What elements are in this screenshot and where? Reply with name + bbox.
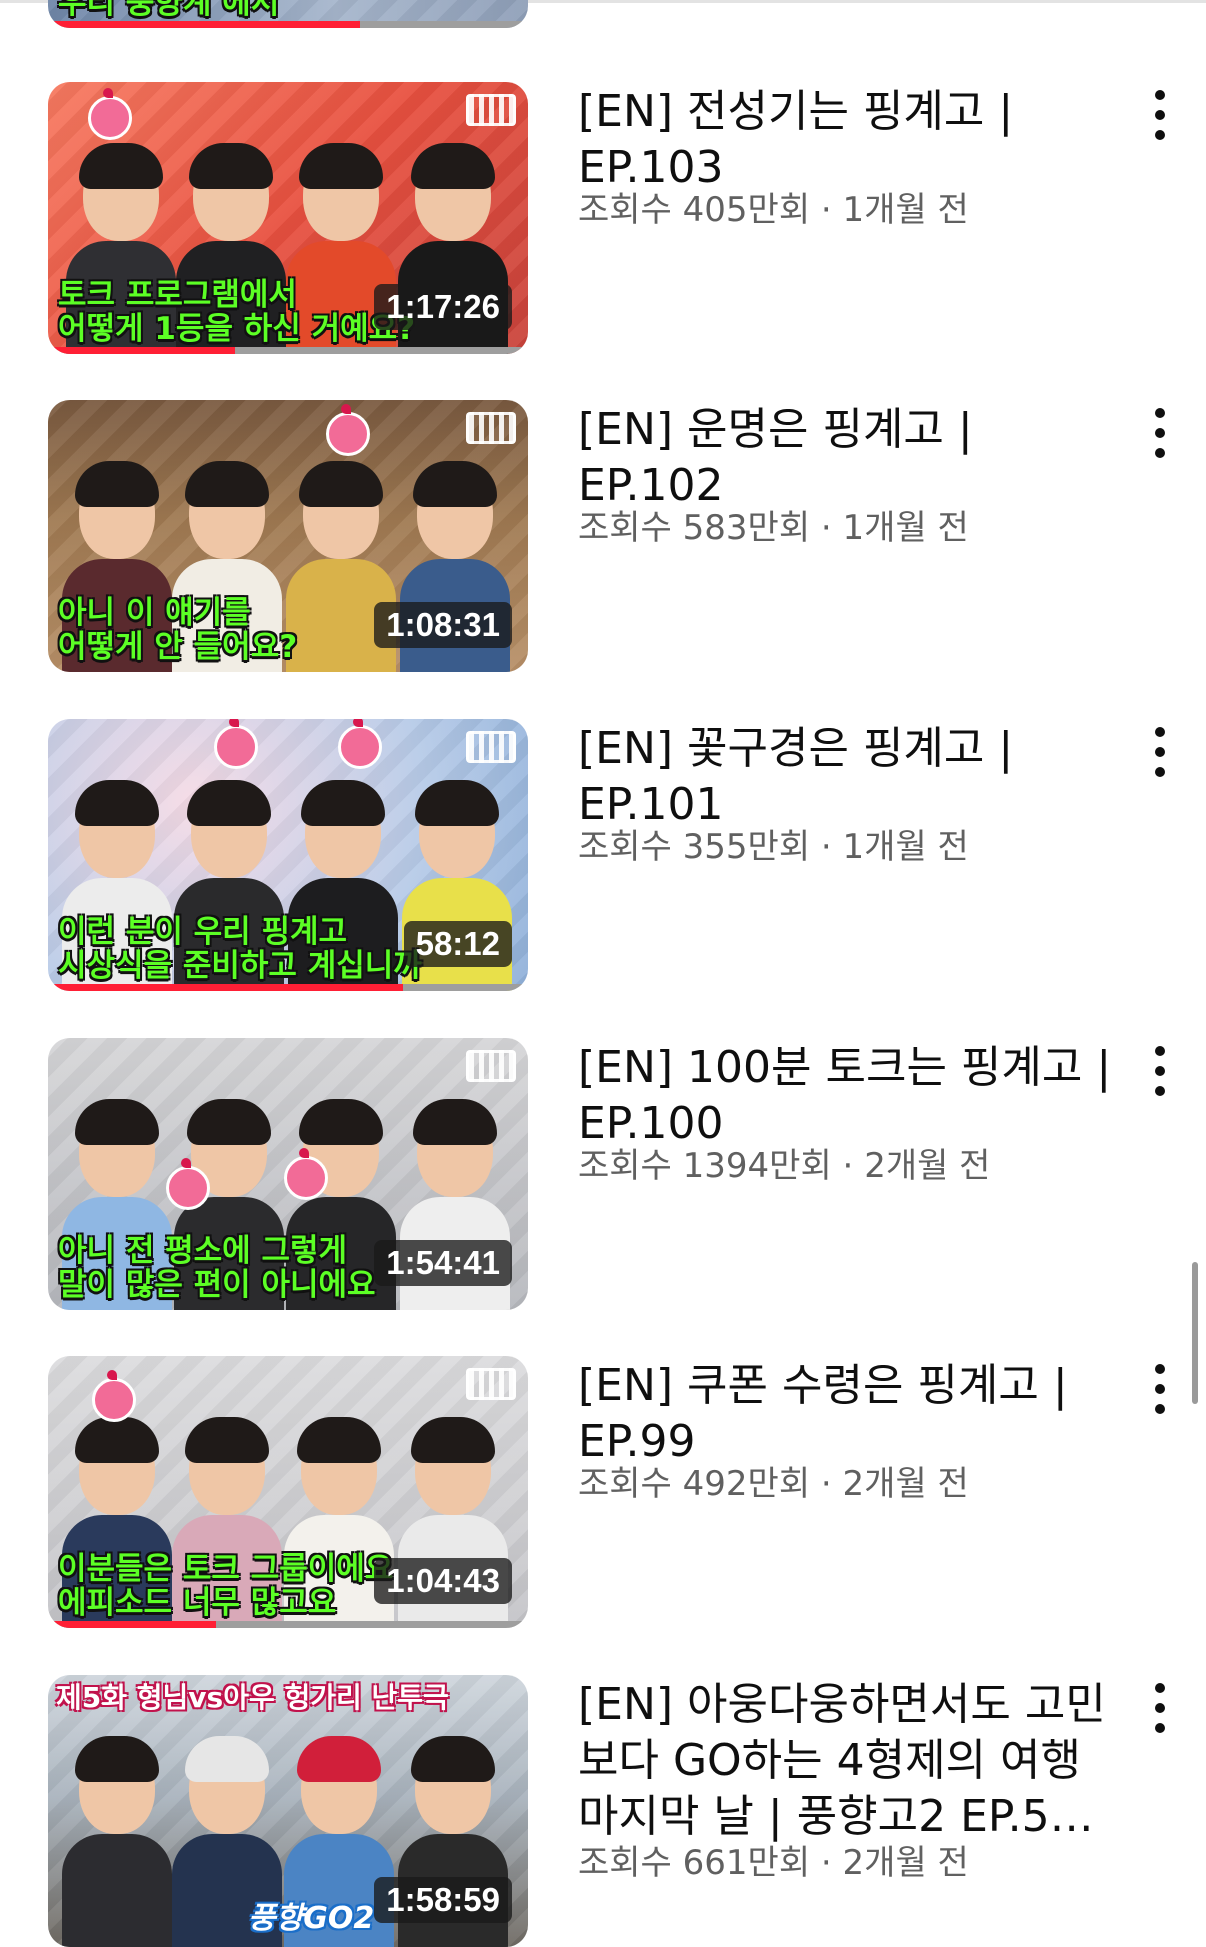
chicken-mascot-icon [88, 88, 132, 140]
video-meta: 조회수 661만회 · 2개월 전 [578, 1841, 969, 1885]
channel-logo-icon [466, 94, 516, 126]
video-thumbnail[interactable]: 이런 분이 우리 핑계고 시상식을 준비하고 계십니까 58:12 [48, 719, 528, 991]
watch-progress-fill [48, 347, 236, 354]
video-thumbnail[interactable]: 아니 전 평소에 그렇게 말이 많은 편이 아니에요 1:54:41 [48, 1038, 528, 1310]
video-item-ep100[interactable]: 아니 전 평소에 그렇게 말이 많은 편이 아니에요 1:54:41 [EN] … [0, 1038, 1206, 1310]
duration-badge: 1:54:41 [374, 1240, 512, 1286]
meta-separator: · [810, 190, 843, 230]
more-options-button[interactable] [1148, 1683, 1172, 1733]
chicken-mascot-icon [338, 719, 382, 769]
duration-badge: 58:12 [403, 921, 512, 967]
meta-separator: · [831, 1146, 865, 1186]
video-thumbnail[interactable]: 아니 이 얘기를 어떻게 안 들어요? 1:08:31 [48, 400, 528, 672]
video-title[interactable]: [EN] 꽃구경은 핑계고 | EP.101 [578, 721, 1118, 833]
video-title[interactable]: [EN] 운명은 핑계고 | EP.102 [578, 402, 1118, 514]
more-options-button[interactable] [1148, 727, 1172, 777]
video-thumbnail[interactable]: 토크 프로그램에서 어떻게 1등을 하신 거예요? 1:17:26 [48, 82, 528, 354]
meta-separator: · [810, 1464, 843, 1504]
watch-progress-fill [48, 1621, 216, 1628]
meta-separator: · [810, 1843, 843, 1883]
video-item-ep99[interactable]: 이분들은 토크 그룹이에요 에피소드 너무 많고요 1:04:43 [EN] 쿠… [0, 1356, 1206, 1628]
upload-age: 2개월 전 [842, 1843, 969, 1883]
channel-logo-icon [466, 412, 516, 444]
channel-logo-icon [466, 731, 516, 763]
video-item-ep103[interactable]: 토크 프로그램에서 어떻게 1등을 하신 거예요? 1:17:26 [EN] 전… [0, 82, 1206, 354]
duration-badge: 1:08:31 [374, 602, 512, 648]
video-title[interactable]: [EN] 쿠폰 수령은 핑계고 | EP.99 [578, 1358, 1118, 1470]
thumbnail-caption: 우리 풍향계 에서 [58, 0, 280, 21]
video-meta: 조회수 355만회 · 1개월 전 [578, 825, 969, 869]
channel-logo-icon [466, 1050, 516, 1082]
chicken-mascot-icon [326, 404, 370, 456]
video-item-ep102[interactable]: 아니 이 얘기를 어떻게 안 들어요? 1:08:31 [EN] 운명은 핑계고… [0, 400, 1206, 672]
view-count: 조회수 405만회 [578, 190, 811, 230]
view-count: 조회수 492만회 [578, 1464, 811, 1504]
more-options-button[interactable] [1148, 90, 1172, 140]
video-item-pungyanggo-ep5[interactable]: 제5화 형님vs아우 헝가리 난투극 풍향GO2 1:58:59 [EN] 아웅… [0, 1675, 1206, 1947]
view-count: 조회수 355만회 [578, 827, 811, 867]
show-logo: 풍향GO2 [248, 1901, 375, 1936]
chicken-mascot-icon [92, 1370, 136, 1422]
more-options-button[interactable] [1148, 1046, 1172, 1096]
video-thumbnail[interactable]: 우리 풍향계 에서 [48, 0, 528, 28]
scrollbar-thumb[interactable] [1192, 1262, 1198, 1404]
video-title[interactable]: [EN] 전성기는 핑계고 | EP.103 [578, 84, 1118, 196]
more-options-button[interactable] [1148, 408, 1172, 458]
duration-badge: 1:58:59 [374, 1877, 512, 1923]
video-meta: 조회수 583만회 · 1개월 전 [578, 506, 969, 550]
video-meta: 조회수 492만회 · 2개월 전 [578, 1462, 969, 1506]
duration-badge: 1:17:26 [374, 284, 512, 330]
watch-progress [48, 984, 528, 991]
thumbnail-banner: 제5화 형님vs아우 헝가리 난투극 [56, 1681, 449, 1714]
watch-progress [48, 347, 528, 354]
video-title[interactable]: [EN] 아웅다웅하면서도 고민보다 GO하는 4형제의 여행 마지막 날 | … [578, 1677, 1118, 1845]
video-thumbnail[interactable]: 제5화 형님vs아우 헝가리 난투극 풍향GO2 1:58:59 [48, 1675, 528, 1947]
chicken-mascot-icon [166, 1158, 210, 1210]
chicken-mascot-icon [214, 719, 258, 769]
watch-progress-fill [48, 21, 360, 28]
upload-age: 2개월 전 [842, 1464, 969, 1504]
video-thumbnail[interactable]: 이분들은 토크 그룹이에요 에피소드 너무 많고요 1:04:43 [48, 1356, 528, 1628]
meta-separator: · [810, 827, 843, 867]
video-item-partial[interactable]: 우리 풍향계 에서 [0, 0, 1206, 28]
view-count: 조회수 583만회 [578, 508, 811, 548]
watch-progress-fill [48, 984, 404, 991]
view-count: 조회수 1394만회 [578, 1146, 832, 1186]
video-meta: 조회수 405만회 · 1개월 전 [578, 188, 969, 232]
view-count: 조회수 661만회 [578, 1843, 811, 1883]
upload-age: 1개월 전 [842, 508, 969, 548]
channel-logo-icon [466, 1368, 516, 1400]
video-item-ep101[interactable]: 이런 분이 우리 핑계고 시상식을 준비하고 계십니까 58:12 [EN] 꽃… [0, 719, 1206, 991]
duration-badge: 1:04:43 [374, 1558, 512, 1604]
chicken-mascot-icon [284, 1148, 328, 1200]
watch-progress [48, 21, 528, 28]
upload-age: 2개월 전 [864, 1146, 991, 1186]
more-options-button[interactable] [1148, 1364, 1172, 1414]
video-list: 우리 풍향계 에서 토크 프로그램에서 어떻게 1등을 하신 거예요? 1:17… [0, 0, 1206, 1947]
thumbnail-person [62, 1736, 172, 1947]
video-title[interactable]: [EN] 100분 토크는 핑계고 | EP.100 [578, 1040, 1118, 1152]
watch-progress [48, 1621, 528, 1628]
upload-age: 1개월 전 [842, 190, 969, 230]
meta-separator: · [810, 508, 843, 548]
upload-age: 1개월 전 [842, 827, 969, 867]
video-meta: 조회수 1394만회 · 2개월 전 [578, 1144, 990, 1188]
